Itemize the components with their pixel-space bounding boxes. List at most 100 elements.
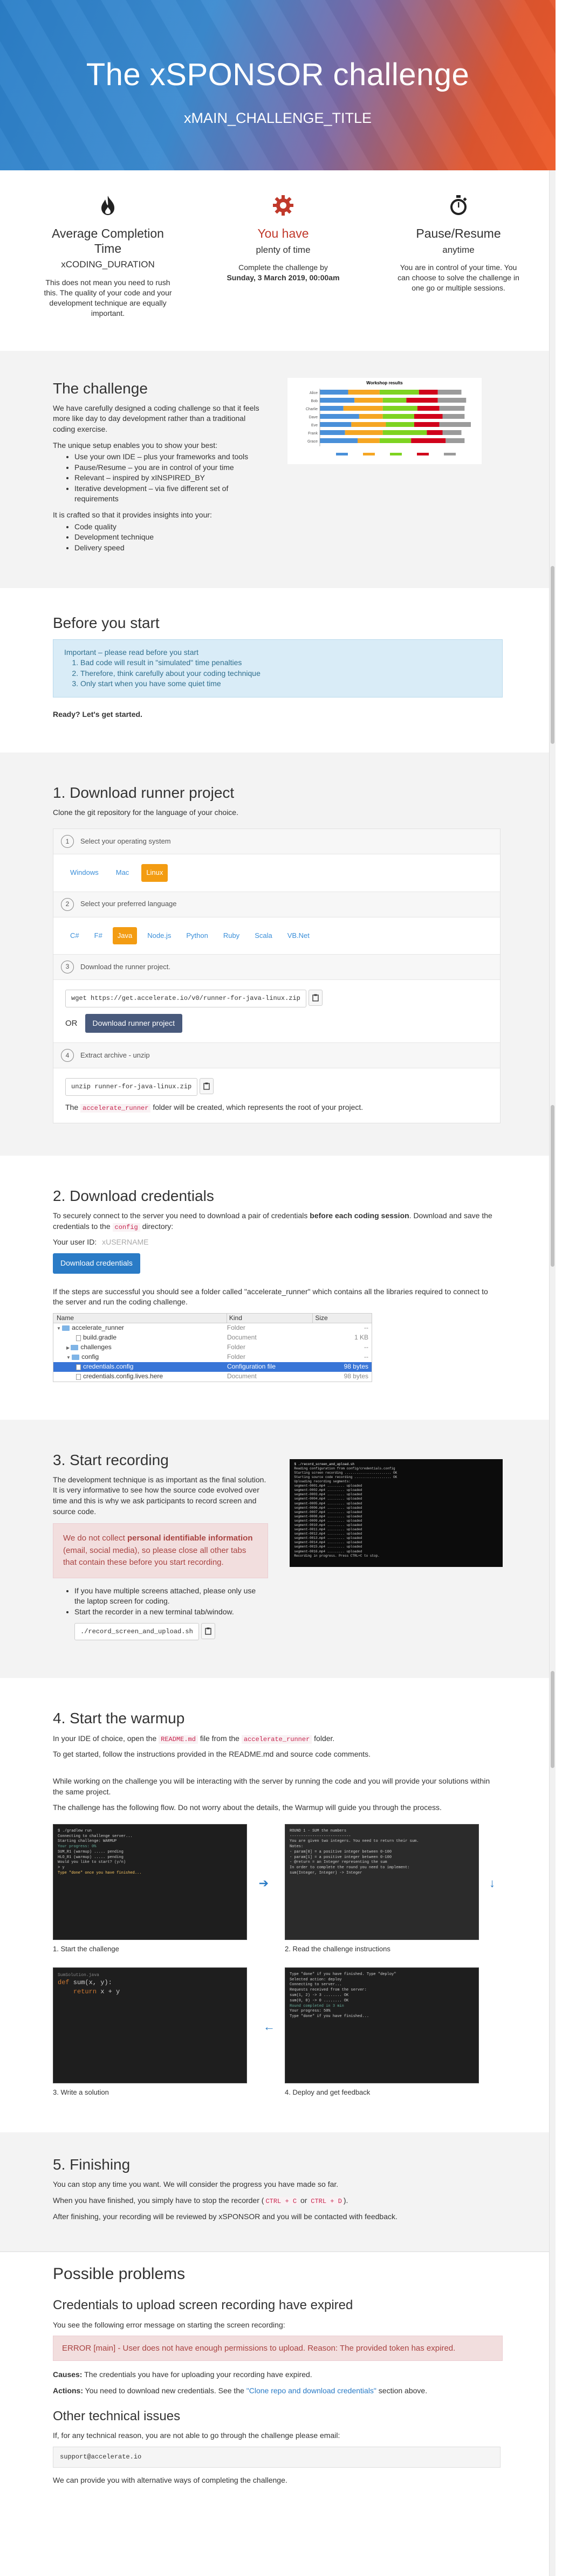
download-credentials-button[interactable]: Download credentials (53, 1253, 140, 1274)
file-name-cell: credentials.config.lives.here (53, 1372, 227, 1381)
chart-bar-segment (446, 438, 465, 443)
lang-option-ruby[interactable]: Ruby (218, 927, 244, 944)
ctrl-d-key: CTRL + D (309, 2197, 344, 2206)
list-item: Code quality (74, 522, 266, 533)
challenge-intro: We have carefully designed a coding chal… (53, 403, 259, 433)
section-title: 3. Start recording (53, 1451, 169, 1468)
feature-subtitle: anytime (442, 244, 475, 255)
warmup-p1: In your IDE of choice, open the README.m… (53, 1734, 503, 1744)
file-name: challenges (80, 1343, 112, 1351)
file-size-cell: 98 bytes (344, 1372, 368, 1380)
deadline-label: Complete the challenge by (238, 263, 328, 272)
os-option-mac[interactable]: Mac (111, 864, 134, 881)
chart-bar-segment (320, 397, 355, 403)
copy-unzip-button[interactable] (200, 1078, 214, 1095)
copy-wget-button[interactable] (308, 990, 323, 1006)
credentials-section-link[interactable]: "Clone repo and download credentials" (246, 2386, 376, 2395)
table-row[interactable]: ▼ config Folder -- (53, 1352, 372, 1362)
chart-bar-segment (320, 389, 348, 395)
deploy-screenshot: Type "done" if you have finished. Type "… (285, 1967, 479, 2083)
chart-bar-segment (379, 438, 412, 443)
scrollbar-thumb[interactable] (551, 1671, 554, 1768)
record-command-field[interactable]: ./record_screen_and_upload.sh (74, 1622, 199, 1641)
list-item: Iterative development – via five differe… (74, 484, 266, 505)
table-row[interactable]: credentials.config Configuration file 98 b… (53, 1362, 372, 1372)
category-label: Charlie (306, 408, 318, 411)
chart-bar-segment (419, 389, 438, 395)
os-option-linux[interactable]: Linux (141, 864, 168, 882)
table-header: Name Kind Size (53, 1313, 372, 1323)
list-item: Only start when you have some quiet time (80, 679, 491, 689)
feature-deadline: You have plenty of time Complete the cha… (218, 192, 348, 324)
credentials-intro: To securely connect to the server you ne… (53, 1211, 503, 1232)
chart-bar-segment (320, 430, 345, 435)
step-number: 3 (61, 960, 74, 973)
step-header: 1 Select your operating system (53, 829, 500, 854)
table-row[interactable]: ▶ challenges Folder -- (53, 1343, 372, 1352)
col-kind[interactable]: Kind (226, 1313, 312, 1323)
wget-command-field[interactable]: wget https://get.accelerate.io/v0/runner… (65, 989, 306, 1007)
file-kind-cell: Document (227, 1372, 257, 1380)
lang-option-java[interactable]: Java (112, 927, 138, 944)
step-label: Download the runner project. (80, 962, 170, 971)
download-runner-button[interactable]: Download runner project (85, 1013, 183, 1033)
chart-bar-segment (382, 397, 407, 403)
file-name: credentials.config (83, 1363, 134, 1371)
disclosure-triangle-icon[interactable]: ▶ (66, 1345, 71, 1350)
feature-text: Complete the challenge by Sunday, 3 March… (218, 263, 348, 283)
lang-option-nodejs[interactable]: Node.js (142, 927, 176, 944)
table-row[interactable]: ▼ accelerate_runner Folder -- (53, 1323, 372, 1333)
step-number: 4 (61, 1049, 74, 1062)
file-size-cell: -- (364, 1353, 368, 1361)
chart-bar-segment (386, 422, 414, 427)
warmup-p4: The challenge has the following flow. Do… (53, 1803, 442, 1812)
lang-option-python[interactable]: Python (181, 927, 213, 944)
lang-option-vbnet[interactable]: VB.Net (283, 927, 314, 944)
step-number: 2 (61, 897, 74, 911)
warmup-section: 4. Start the warmup In your IDE of choic… (0, 1678, 556, 2132)
runner-steps: 1 Select your operating system Windows Ma… (53, 828, 501, 1123)
table-row[interactable]: credentials.config.lives.here Document 98 … (53, 1372, 372, 1382)
feature-pause-resume: Pause/Resume anytime You are in control … (394, 192, 523, 324)
col-name[interactable]: Name (53, 1314, 227, 1323)
page-scrollbar[interactable] (549, 0, 556, 2576)
user-id-label: Your user ID: (53, 1238, 97, 1247)
folder-icon (71, 1345, 79, 1351)
disclosure-triangle-icon[interactable]: ▼ (66, 1355, 72, 1360)
copy-record-button[interactable] (201, 1622, 215, 1639)
lang-option-csharp[interactable]: C# (65, 927, 84, 944)
lang-option-fsharp[interactable]: F# (90, 927, 107, 944)
hero-subtitle: xMAIN_CHALLENGE_TITLE (183, 110, 372, 127)
clipboard-icon (203, 1082, 210, 1090)
section-title: Before you start (53, 614, 160, 632)
p1-mid: file from the (200, 1734, 239, 1743)
legend-swatch (336, 452, 348, 455)
file-name-cell: ▼ config (53, 1352, 227, 1362)
unzip-command-field[interactable]: unzip runner-for-java-linux.zip (65, 1078, 198, 1096)
file-name: build.gradle (83, 1334, 117, 1342)
scrollbar-thumb[interactable] (551, 1105, 554, 1267)
chart-bar-segment (343, 405, 383, 411)
os-option-windows[interactable]: Windows (65, 864, 104, 881)
file-kind-cell: Configuration file (227, 1363, 276, 1371)
language-selector: C# F# Java Node.js Python Ruby Scala VB.… (53, 916, 500, 954)
lang-option-scala[interactable]: Scala (250, 927, 277, 944)
setup-list: Use your own IDE – plus your frameworks … (74, 452, 266, 505)
support-email-field[interactable]: support@accelerate.io (53, 2446, 501, 2468)
problems-section: Possible problems Credentials to upload … (0, 2252, 556, 2534)
code-editor-screenshot: SumSolution.java def sum(x, y): return x… (53, 1967, 247, 2083)
recording-section: 3. Start recording The development techn… (0, 1419, 556, 1679)
category-label: Eve (311, 424, 318, 427)
table-row[interactable]: build.gradle Document 1 KB (53, 1333, 372, 1343)
causes-label: Causes: (53, 2370, 83, 2379)
disclosure-triangle-icon[interactable]: ▼ (57, 1326, 62, 1331)
feature-title: Pause/Resume (416, 226, 501, 240)
alert-bold: personal identifiable information (127, 1534, 253, 1543)
folder-name-code: accelerate_runner (80, 1103, 151, 1113)
category-label: Bob (311, 399, 318, 403)
challenge-section: The challenge We have carefully designed… (0, 350, 556, 589)
scrollbar-thumb[interactable] (551, 566, 554, 744)
col-size[interactable]: Size (312, 1313, 372, 1323)
credentials-after: If the steps are successful you should s… (53, 1287, 488, 1307)
problem-intro: You see the following error message on s… (53, 2320, 285, 2329)
